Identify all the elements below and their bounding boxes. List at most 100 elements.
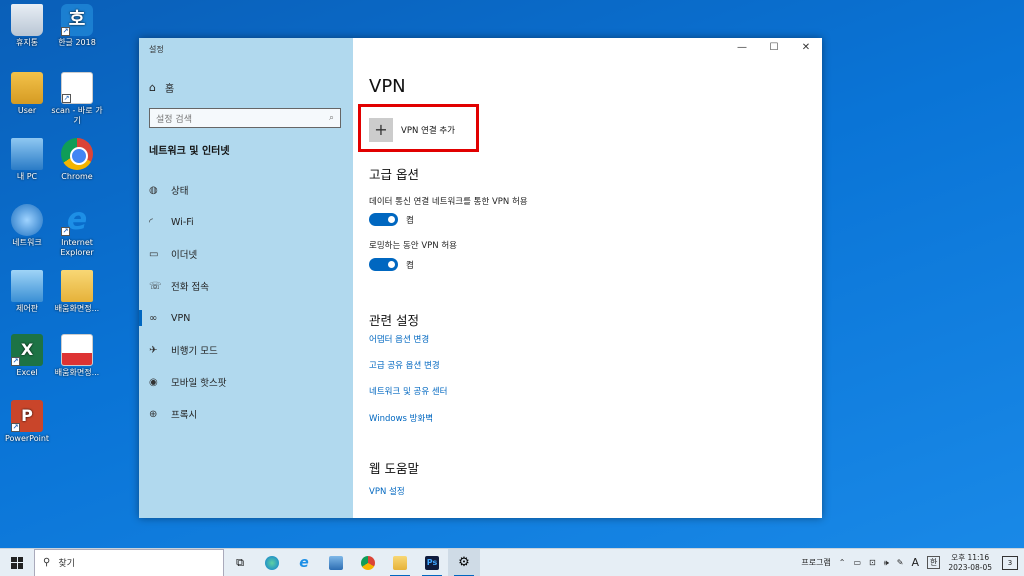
hangul-icon: 호 ↗ [61,4,93,36]
excel-icon: X ↗ [11,334,43,366]
network-icon [11,204,43,236]
taskbar-photoshop[interactable]: Ps [416,549,448,576]
desktop-icon-chrome[interactable]: Chrome [50,138,104,182]
clock-time: 오후 11:16 [951,552,990,562]
sidebar-item-label: 상태 [171,186,189,197]
control-panel-icon [11,270,43,302]
taskbar-ie[interactable]: e [288,549,320,576]
desktop-icon-folder[interactable]: 배움화면정... [50,270,104,314]
taskbar-network-app[interactable] [320,549,352,576]
sidebar-item-label: VPN [171,312,191,324]
proxy-icon: ⊕ [149,408,158,420]
clock[interactable]: 오후 11:16 2023-08-05 [948,553,992,573]
settings-content: — ☐ ✕ VPN + VPN 연결 추가 고급 옵션 데이터 통신 연결 네트… [353,38,822,518]
desktop-icon-scan[interactable]: ↗ scan - 바로 가기 [50,72,104,126]
sidebar-item-vpn[interactable]: ∞ VPN [139,302,353,334]
volume-icon[interactable]: 🕪 [884,558,889,568]
globe-status-icon: ◍ [149,184,158,196]
chevron-up-icon[interactable]: ⌃ [839,558,846,567]
vpn-settings-help-link[interactable]: VPN 설정 [369,485,405,497]
sidebar-item-dialup[interactable]: ☏ 전화 접속 [139,270,353,302]
settings-search-input[interactable]: 설정 검색 ⌕ [149,108,341,128]
adapter-options-link[interactable]: 어댑터 옵션 변경 [369,333,429,345]
home-icon: ⌂ [149,81,156,94]
add-vpn-button[interactable]: + VPN 연결 추가 [369,116,487,144]
start-button[interactable] [0,549,34,576]
taskbar-search-placeholder: 찾기 [58,559,75,569]
ethernet-icon: ▭ [149,248,159,260]
windows-firewall-link[interactable]: Windows 방화벽 [369,412,433,424]
taskbar-chrome[interactable] [352,549,384,576]
desktop-icon-user[interactable]: User [0,72,54,116]
sidebar-item-mobile-hotspot[interactable]: ◉ 모바일 핫스팟 [139,366,353,398]
windows-logo-icon [11,556,23,569]
roaming-vpn-toggle[interactable] [369,258,398,271]
sidebar-item-label: 이더넷 [171,250,198,261]
toggle-state: 켬 [406,215,414,226]
settings-sidebar: 설정 ⌂ 홈 설정 검색 ⌕ 네트워크 및 인터넷 ◍ 상태 ◜ Wi-Fi ▭… [139,38,353,518]
ime-language[interactable]: 한 [927,556,941,569]
sidebar-nav: ◍ 상태 ◜ Wi-Fi ▭ 이더넷 ☏ 전화 접속 ∞ VPN ✈ 비행기 모… [139,174,353,430]
recycle-bin-icon [11,4,43,36]
tray-programs-label[interactable]: 프로그램 [801,557,830,568]
notification-center-icon[interactable]: 3 [1002,555,1018,570]
sidebar-item-airplane-mode[interactable]: ✈ 비행기 모드 [139,334,353,366]
desktop-icon-my-pc[interactable]: 내 PC [0,138,54,182]
desktop-icon-recycle-bin[interactable]: 휴지통 [0,4,54,48]
network-sharing-center-link[interactable]: 네트워크 및 공유 센터 [369,385,448,397]
chrome-icon [61,138,93,170]
pen-icon[interactable]: ✎ [897,558,904,567]
sidebar-item-label: Wi-Fi [171,216,194,228]
network-tray-icon[interactable]: ⊡ [869,558,876,567]
task-view-button[interactable]: ⧉ [224,549,256,576]
taskbar-settings[interactable]: ⚙ [448,548,480,576]
airplane-icon: ✈ [149,344,158,356]
advanced-sharing-link[interactable]: 고급 공유 옵션 변경 [369,359,440,371]
metered-vpn-toggle-row: 켬 [369,213,414,226]
maximize-button[interactable]: ☐ [758,38,790,58]
user-folder-icon [11,72,43,104]
battery-icon[interactable]: ▭ [853,558,861,567]
powerpoint-icon: P ↗ [11,400,43,432]
sidebar-item-wifi[interactable]: ◜ Wi-Fi [139,206,353,238]
taskbar-file-explorer[interactable] [384,549,416,576]
desktop-icon-network[interactable]: 네트워크 [0,204,54,248]
document-icon: ↗ [61,72,93,104]
web-help-title: 웹 도움말 [369,461,419,476]
roaming-vpn-label: 로밍하는 동안 VPN 허용 [369,241,457,251]
taskbar-search-input[interactable]: ⚲ 찾기 [34,548,224,576]
ie-icon: e ↗ [61,202,88,237]
folder-icon [393,555,407,570]
desktop-icon-powerpoint[interactable]: P ↗ PowerPoint [0,400,54,444]
ime-mode[interactable]: A [912,556,920,569]
vpn-icon: ∞ [149,312,158,324]
desktop-icon-excel[interactable]: X ↗ Excel [0,334,54,378]
desktop-icon-pdf[interactable]: 배움화면정... [50,334,104,378]
metered-vpn-toggle[interactable] [369,213,398,226]
sidebar-item-status[interactable]: ◍ 상태 [139,174,353,206]
search-icon: ⚲ [43,557,51,568]
computer-icon [11,138,43,170]
window-controls: — ☐ ✕ [726,38,822,58]
home-label: 홈 [165,84,175,95]
desktop-icon-control-panel[interactable]: 제어판 [0,270,54,314]
pdf-icon [61,334,93,366]
home-link[interactable]: ⌂ 홈 [149,80,174,95]
search-icon: ⌕ [328,113,334,123]
sidebar-item-ethernet[interactable]: ▭ 이더넷 [139,238,353,270]
sidebar-item-proxy[interactable]: ⊕ 프록시 [139,398,353,430]
chrome-icon [361,555,375,570]
advanced-options-title: 고급 옵션 [369,167,419,182]
close-button[interactable]: ✕ [790,38,822,58]
roaming-vpn-toggle-row: 켬 [369,258,414,271]
edge-icon [265,555,279,570]
related-settings-title: 관련 설정 [369,313,419,328]
search-placeholder: 설정 검색 [156,114,192,125]
desktop-icon-hangul[interactable]: 호 ↗ 한글 2018 [50,4,104,48]
minimize-button[interactable]: — [726,38,758,58]
gear-icon: ⚙ [458,555,470,570]
hotspot-icon: ◉ [149,376,158,388]
taskbar: ⚲ 찾기 ⧉ e Ps ⚙ 프로그램 ⌃ ▭ ⊡ 🕪 ✎ A 한 오후 11:1… [0,548,1024,576]
desktop-icon-ie[interactable]: e ↗ Internet Explorer [50,204,104,258]
taskbar-edge[interactable] [256,549,288,576]
